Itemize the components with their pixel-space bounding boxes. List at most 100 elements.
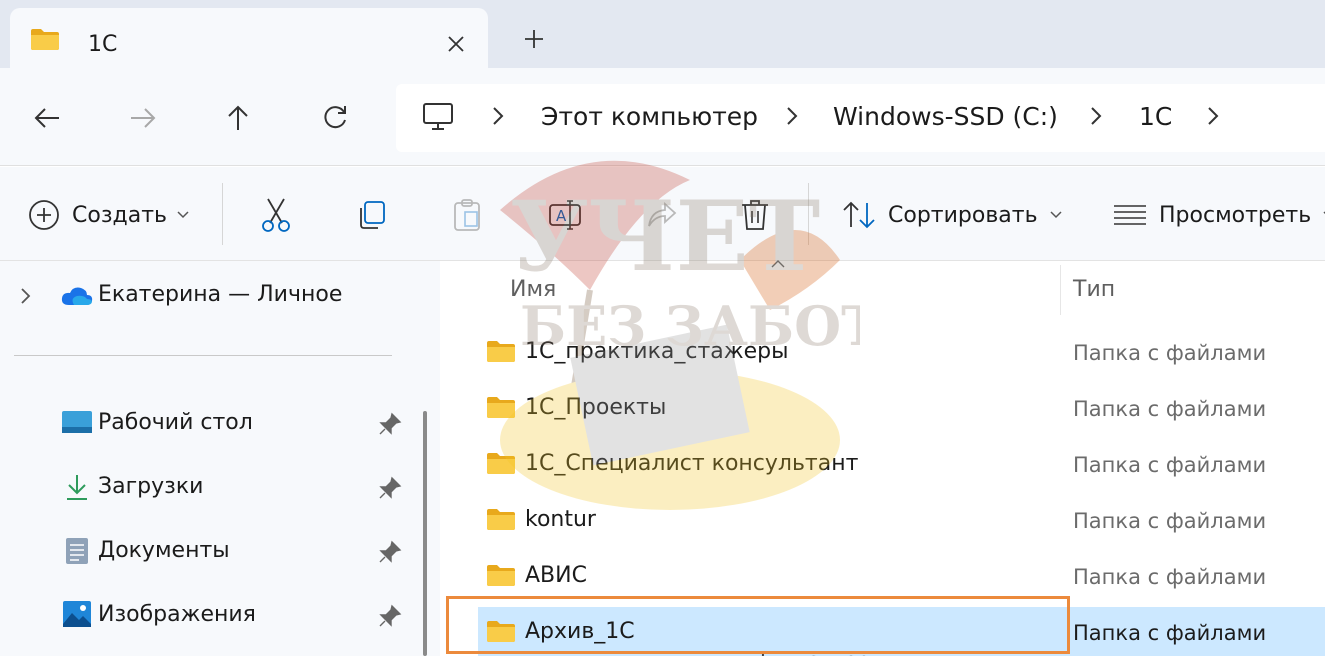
- sidebar-item-label: Документы: [98, 538, 230, 563]
- chevron-right-icon[interactable]: [1090, 106, 1102, 126]
- table-row[interactable]: 1С_практика_стажеры Папка с файлами: [478, 327, 1325, 377]
- close-tab-button[interactable]: [438, 26, 474, 62]
- folder-icon: [486, 619, 516, 643]
- file-list: Имя Тип 1С_практика_стажеры Папка с файл…: [444, 260, 1325, 656]
- table-row[interactable]: kontur Папка с файлами: [478, 495, 1325, 545]
- clipboard-icon: [454, 199, 480, 231]
- breadcrumb-folder[interactable]: 1C: [1139, 102, 1172, 131]
- arrow-up-icon: [228, 105, 248, 130]
- folder-icon: [30, 27, 60, 51]
- pin-icon[interactable]: [378, 412, 402, 436]
- breadcrumb-this-pc[interactable]: Этот компьютер: [541, 102, 758, 131]
- delete-button[interactable]: [740, 197, 770, 233]
- column-header-name[interactable]: Имя: [510, 277, 556, 302]
- folder-icon: [486, 451, 516, 475]
- address-bar[interactable]: Этот компьютер Windows-SSD (C:) 1C: [396, 84, 1325, 152]
- file-type: Папка с файлами: [1073, 397, 1267, 421]
- sort-button[interactable]: Сортировать: [842, 197, 1062, 233]
- sidebar-account-label: Екатерина — Личное: [98, 282, 343, 307]
- folder-icon: [486, 563, 516, 587]
- refresh-button[interactable]: [311, 94, 359, 142]
- table-row[interactable]: АВИС Папка с файлами: [478, 551, 1325, 601]
- tab-bar: 1C: [0, 0, 1325, 70]
- list-view-icon: [1114, 205, 1146, 225]
- chevron-right-icon[interactable]: [1207, 106, 1219, 126]
- sidebar-item-pictures[interactable]: Изображения: [0, 595, 410, 635]
- paste-button[interactable]: [452, 197, 482, 233]
- chevron-down-icon: [177, 211, 189, 219]
- sidebar-item-downloads[interactable]: Загрузки: [0, 467, 410, 507]
- chevron-right-icon[interactable]: [786, 106, 798, 126]
- svg-text:A: A: [556, 207, 567, 225]
- file-type: Папка с файлами: [1073, 621, 1267, 645]
- table-row[interactable]: 1С_Проекты Папка с файлами: [478, 383, 1325, 433]
- close-icon: [448, 36, 464, 52]
- pictures-icon: [63, 601, 91, 627]
- scissors-icon: [262, 198, 290, 232]
- pin-icon[interactable]: [378, 604, 402, 628]
- view-button[interactable]: Просмотреть: [1113, 197, 1325, 233]
- file-type: Папка с файлами: [1073, 453, 1267, 477]
- toolbar-separator: [222, 183, 223, 245]
- chevron-right-icon[interactable]: [492, 106, 504, 126]
- rename-icon: A: [549, 200, 581, 230]
- copy-icon: [360, 201, 385, 229]
- sidebar-item-desktop[interactable]: Рабочий стол: [0, 403, 410, 443]
- tab-1c[interactable]: 1C: [10, 8, 488, 70]
- command-bar: Создать A Сортировать Просмотреть: [0, 167, 1325, 261]
- file-type: Папка с файлами: [1073, 341, 1267, 365]
- file-name: АВИС: [525, 563, 587, 588]
- column-separator[interactable]: [1060, 265, 1061, 315]
- forward-button[interactable]: [119, 94, 167, 142]
- file-name: 1С_Специалист консультант: [525, 451, 859, 476]
- refresh-icon: [324, 106, 346, 129]
- trash-icon: [742, 200, 768, 230]
- column-header-type[interactable]: Тип: [1073, 277, 1115, 302]
- navigation-bar: Этот компьютер Windows-SSD (C:) 1C: [0, 68, 1325, 166]
- tab-title: 1C: [88, 32, 118, 57]
- pin-icon[interactable]: [378, 476, 402, 500]
- navigation-pane: Екатерина — Личное Рабочий стол Загрузки…: [0, 261, 440, 656]
- sort-icon: [843, 201, 875, 229]
- back-button[interactable]: [23, 94, 71, 142]
- sidebar-item-onedrive[interactable]: Екатерина — Личное: [0, 275, 410, 315]
- plus-icon: [525, 30, 543, 48]
- onedrive-cloud-icon: [61, 287, 93, 305]
- create-button[interactable]: Создать: [28, 197, 189, 233]
- pin-icon[interactable]: [378, 540, 402, 564]
- share-button[interactable]: [646, 197, 678, 233]
- cut-button[interactable]: [260, 197, 292, 233]
- rename-button[interactable]: A: [548, 197, 582, 233]
- sort-ascending-icon: [771, 260, 785, 268]
- folder-icon: [486, 339, 516, 363]
- chevron-right-icon[interactable]: [20, 287, 32, 305]
- file-type: Папка с файлами: [1073, 565, 1267, 589]
- documents-icon: [66, 538, 88, 564]
- table-row-selected[interactable]: Архив_1С Папка с файлами: [478, 607, 1325, 656]
- file-name: Архив_1С: [525, 619, 635, 644]
- toolbar-separator: [808, 183, 809, 245]
- up-button[interactable]: [214, 94, 262, 142]
- file-name: 1С_практика_стажеры: [525, 339, 789, 364]
- view-label: Просмотреть: [1159, 202, 1312, 228]
- copy-button[interactable]: [356, 197, 388, 233]
- sidebar-item-label: Рабочий стол: [98, 410, 253, 435]
- breadcrumb-drive[interactable]: Windows-SSD (C:): [833, 102, 1058, 131]
- file-name: kontur: [525, 507, 596, 532]
- file-type: Папка с файлами: [1073, 509, 1267, 533]
- new-tab-button[interactable]: [512, 20, 556, 58]
- sidebar-item-label: Изображения: [98, 602, 256, 627]
- table-row[interactable]: 1С_Специалист консультант Папка с файлам…: [478, 439, 1325, 489]
- sidebar-divider: [14, 355, 392, 356]
- sidebar-item-documents[interactable]: Документы: [0, 531, 410, 571]
- sidebar-item-label: Загрузки: [98, 474, 204, 499]
- folder-icon: [486, 395, 516, 419]
- chevron-down-icon: [1050, 211, 1062, 219]
- create-label: Создать: [72, 202, 167, 228]
- share-icon: [648, 201, 677, 227]
- arrow-left-icon: [34, 108, 59, 128]
- sort-label: Сортировать: [888, 202, 1038, 228]
- plus-circle-icon: [29, 200, 59, 230]
- sidebar-scrollbar[interactable]: [423, 411, 427, 656]
- arrow-right-icon: [131, 108, 156, 128]
